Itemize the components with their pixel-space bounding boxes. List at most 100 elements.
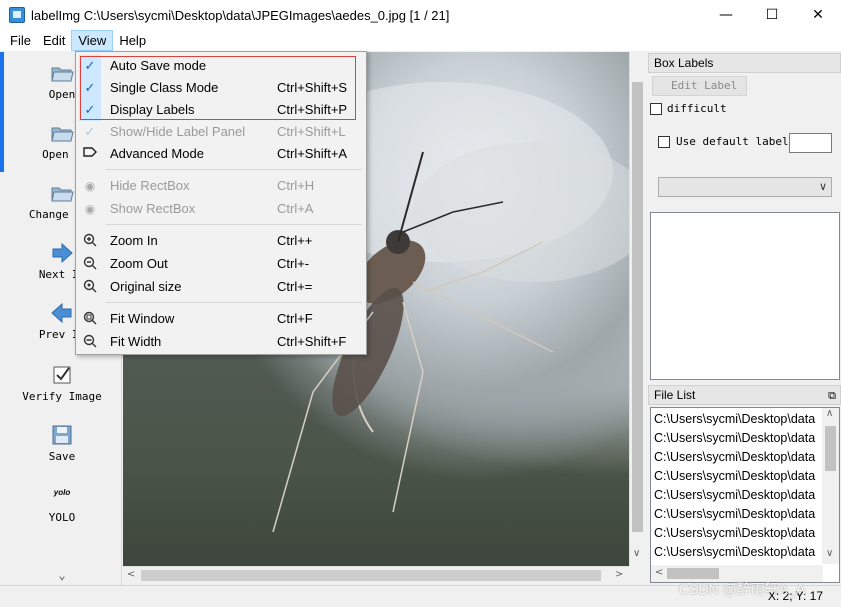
box-labels-title: Box Labels — [648, 53, 841, 73]
menu-item-shortcut: Ctrl+Shift+A — [277, 146, 348, 161]
menu-item-original-size[interactable]: Original size Ctrl+= — [77, 276, 365, 298]
menu-item-label: Fit Window — [110, 311, 175, 326]
fit-window-icon — [82, 311, 98, 327]
maximize-button[interactable]: ☐ — [749, 0, 795, 30]
menu-view[interactable]: View — [71, 30, 114, 51]
scroll-left-icon[interactable]: < — [127, 569, 135, 580]
zoom-original-icon — [82, 279, 98, 295]
verify-check-icon — [53, 366, 71, 384]
menu-item-zoom-in[interactable]: Zoom In Ctrl++ — [77, 230, 365, 252]
canvas-hscroll-thumb[interactable] — [141, 570, 601, 581]
file-list-vscroll-thumb[interactable] — [825, 426, 836, 471]
list-item[interactable]: C:\Users\sycmi\Desktop\data — [651, 486, 823, 505]
menu-item-shortcut: Ctrl++ — [277, 233, 313, 248]
menu-item-shortcut: Ctrl+A — [277, 201, 314, 216]
menu-edit[interactable]: Edit — [37, 30, 71, 51]
box-labels-list[interactable] — [650, 212, 840, 380]
yolo-format-button[interactable]: yolo YOLO — [4, 488, 120, 524]
scroll-up-icon[interactable]: ∧ — [826, 408, 833, 419]
scroll-down-icon[interactable]: ∨ — [826, 548, 833, 559]
eye-icon: ◉ — [84, 202, 96, 216]
menu-item-fit-window[interactable]: Fit Window Ctrl+F — [77, 308, 365, 330]
yolo-icon: yolo — [53, 488, 71, 497]
menu-separator — [106, 302, 362, 303]
menu-item-shortcut: Ctrl+Shift+F — [277, 334, 347, 349]
eye-icon: ◉ — [84, 179, 96, 193]
menu-item-shortcut: Ctrl+= — [277, 279, 313, 294]
menu-item-show-hide-label-panel[interactable]: ✓ Show/Hide Label Panel Ctrl+Shift+L — [77, 121, 365, 143]
menu-separator — [106, 169, 362, 170]
arrow-right-icon — [52, 242, 73, 264]
scroll-left-icon[interactable]: < — [655, 567, 663, 578]
menu-bar: File Edit View Help — [0, 30, 841, 51]
window-title: labelImg C:\Users\sycmi\Desktop\data\JPE… — [31, 7, 450, 23]
label-combo-box[interactable]: ∨ — [658, 177, 832, 197]
list-item[interactable]: C:\Users\sycmi\Desktop\data — [651, 448, 823, 467]
app-icon — [9, 7, 25, 23]
file-list-title: File List — [654, 388, 696, 402]
fit-width-icon — [82, 334, 98, 350]
file-list-vertical-scrollbar[interactable]: ∧ ∨ — [822, 408, 839, 564]
menu-item-advanced-mode[interactable]: Advanced Mode Ctrl+Shift+A — [77, 143, 365, 165]
scroll-right-icon[interactable]: > — [615, 569, 623, 580]
menu-item-fit-width[interactable]: Fit Width Ctrl+Shift+F — [77, 331, 365, 353]
file-list[interactable]: C:\Users\sycmi\Desktop\data C:\Users\syc… — [650, 407, 840, 583]
zoom-in-icon — [82, 233, 98, 249]
menu-item-shortcut: Ctrl+Shift+L — [277, 124, 346, 139]
list-item[interactable]: C:\Users\sycmi\Desktop\data — [651, 543, 823, 562]
canvas-horizontal-scrollbar[interactable]: < > — [123, 566, 629, 583]
save-floppy-icon — [52, 425, 72, 445]
menu-item-label: Original size — [110, 279, 182, 294]
list-item[interactable]: C:\Users\sycmi\Desktop\data — [651, 524, 823, 543]
canvas-vertical-scrollbar[interactable]: ∨ — [629, 52, 644, 566]
scroll-down-icon[interactable]: ∨ — [633, 548, 640, 559]
yolo-label: YOLO — [48, 511, 76, 524]
canvas-vscroll-thumb[interactable] — [632, 82, 643, 532]
edit-label-button[interactable]: Edit Label — [652, 76, 747, 96]
file-list-hscroll-thumb[interactable] — [667, 568, 719, 579]
menu-item-show-rectbox[interactable]: ◉ Show RectBox Ctrl+A — [77, 198, 365, 220]
close-button[interactable]: ✕ — [795, 0, 841, 30]
toolbar-more-chevron-icon[interactable]: ⌄ — [4, 568, 120, 582]
folder-open-icon — [51, 187, 74, 202]
verify-image-button[interactable]: Verify Image — [4, 364, 120, 403]
annotation-highlight-box — [80, 56, 356, 120]
chevron-down-icon: ∨ — [818, 180, 827, 193]
menu-item-shortcut: Ctrl+- — [277, 256, 310, 271]
checkmark-icon: ✓ — [84, 124, 96, 139]
menu-file[interactable]: File — [4, 30, 37, 51]
tag-icon — [82, 146, 98, 162]
arrow-left-icon — [51, 302, 72, 324]
file-list-title-bar: File List ⧉ — [648, 385, 841, 405]
folder-open-icon — [51, 127, 74, 142]
watermark-text: CSDN @醉雨轩A_A — [679, 581, 806, 597]
menu-item-label: Zoom In — [110, 233, 158, 248]
menu-item-label: Advanced Mode — [110, 146, 204, 161]
save-button[interactable]: Save — [4, 424, 120, 463]
float-window-icon[interactable]: ⧉ — [828, 387, 836, 405]
difficult-label: difficult — [667, 102, 727, 115]
menu-item-label: Show/Hide Label Panel — [110, 124, 246, 139]
use-default-label-checkbox[interactable] — [658, 136, 670, 148]
menu-item-label: Fit Width — [110, 334, 162, 349]
list-item[interactable]: C:\Users\sycmi\Desktop\data — [651, 505, 823, 524]
minimize-button[interactable]: — — [703, 0, 749, 30]
menu-item-shortcut: Ctrl+F — [277, 311, 313, 326]
edit-label-text: Edit Label — [671, 79, 738, 92]
menu-help[interactable]: Help — [113, 30, 152, 51]
default-label-input[interactable] — [789, 133, 832, 153]
menu-item-hide-rectbox[interactable]: ◉ Hide RectBox Ctrl+H — [77, 175, 365, 197]
menu-item-zoom-out[interactable]: Zoom Out Ctrl+- — [77, 253, 365, 275]
list-item[interactable]: C:\Users\sycmi\Desktop\data — [651, 467, 823, 486]
use-default-label-text: Use default label — [676, 135, 789, 148]
difficult-checkbox[interactable] — [650, 103, 662, 115]
list-item[interactable]: C:\Users\sycmi\Desktop\data — [651, 410, 823, 429]
menu-item-label: Show RectBox — [110, 201, 196, 216]
verify-image-label: Verify Image — [22, 390, 102, 403]
title-bar: labelImg C:\Users\sycmi\Desktop\data\JPE… — [0, 0, 841, 30]
list-item[interactable]: C:\Users\sycmi\Desktop\data — [651, 429, 823, 448]
right-dock: Box Labels Edit Label difficult Use defa… — [648, 52, 841, 585]
menu-separator — [106, 224, 362, 225]
save-label: Save — [48, 450, 76, 463]
folder-open-icon — [51, 67, 74, 82]
